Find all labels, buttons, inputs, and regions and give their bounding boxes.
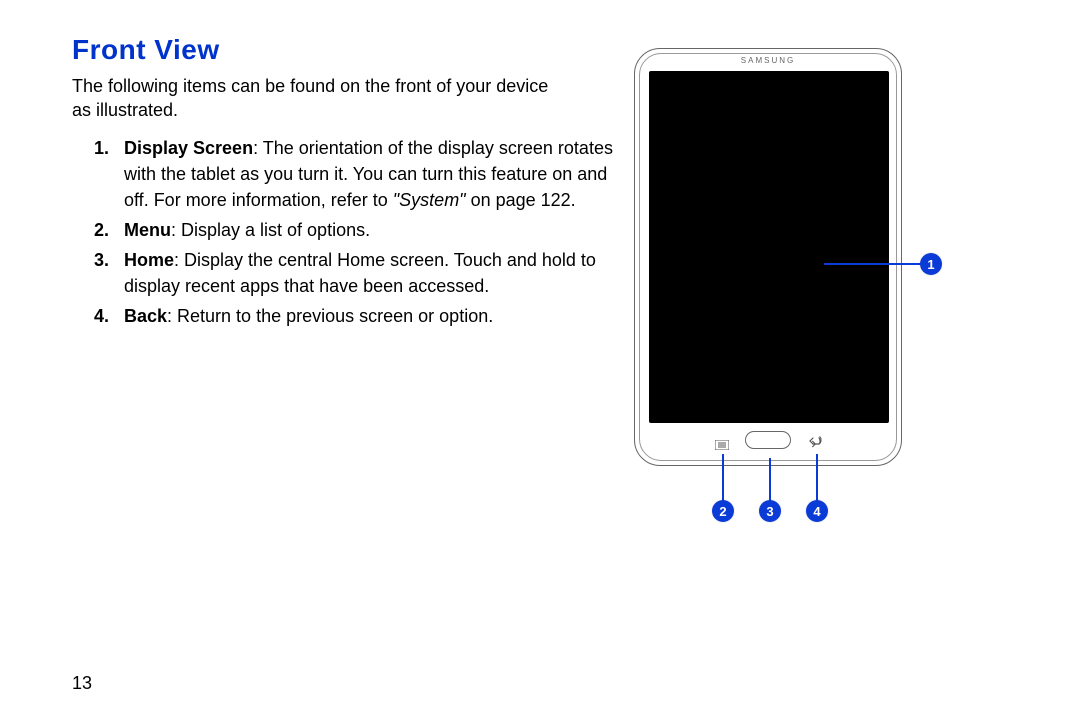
device-button-row: [635, 431, 901, 455]
feature-label: Back: [124, 306, 167, 326]
manual-page: Front View The following items can be fo…: [0, 0, 1080, 720]
feature-reference-after: on page 122.: [466, 190, 576, 210]
device-brand-label: SAMSUNG: [635, 56, 901, 65]
callout-line-3: [769, 458, 771, 502]
feature-label: Home: [124, 250, 174, 270]
feature-label: Display Screen: [124, 138, 253, 158]
home-button-icon: [745, 431, 791, 449]
device-illustration: SAMSUNG 1 2 3 4: [634, 48, 954, 518]
callout-badge-2: 2: [712, 500, 734, 522]
feature-item-menu: Menu: Display a list of options.: [124, 217, 624, 243]
feature-reference: "System": [393, 190, 466, 210]
device-outline: SAMSUNG: [634, 48, 902, 466]
intro-text: The following items can be found on the …: [72, 74, 572, 123]
feature-label: Menu: [124, 220, 171, 240]
back-icon: [809, 435, 823, 449]
feature-item-home: Home: Display the central Home screen. T…: [124, 247, 624, 299]
device-screen: [649, 71, 889, 423]
menu-icon: [715, 437, 729, 447]
page-number: 13: [72, 673, 92, 694]
feature-item-back: Back: Return to the previous screen or o…: [124, 303, 624, 329]
callout-line-4: [816, 454, 818, 502]
callout-line-1: [824, 263, 922, 265]
feature-list: Display Screen: The orientation of the d…: [72, 135, 624, 330]
feature-text: : Return to the previous screen or optio…: [167, 306, 493, 326]
feature-text: : Display the central Home screen. Touch…: [124, 250, 596, 296]
feature-item-display-screen: Display Screen: The orientation of the d…: [124, 135, 624, 213]
callout-badge-1: 1: [920, 253, 942, 275]
feature-text: : Display a list of options.: [171, 220, 370, 240]
callout-badge-4: 4: [806, 500, 828, 522]
callout-line-2: [722, 454, 724, 502]
callout-badge-3: 3: [759, 500, 781, 522]
